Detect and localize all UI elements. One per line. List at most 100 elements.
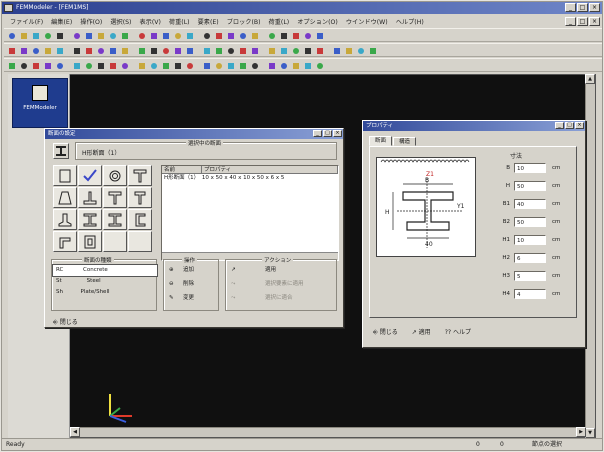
grid-icon[interactable]	[314, 60, 325, 71]
shape-empty-2[interactable]	[128, 231, 152, 252]
shape-angle-icon[interactable]	[53, 231, 77, 252]
new-icon[interactable]	[172, 45, 183, 56]
save-icon[interactable]	[119, 60, 130, 71]
material-concrete[interactable]: RC Concrete	[52, 264, 158, 277]
dim-input-h1[interactable]: 10	[514, 235, 546, 245]
paste-icon[interactable]	[160, 60, 171, 71]
undo-icon[interactable]	[6, 45, 17, 56]
shape-box-icon[interactable]	[78, 231, 102, 252]
select-icon[interactable]	[225, 60, 236, 71]
load-icon[interactable]	[95, 45, 106, 56]
menu-window[interactable]: ウインドウ(W)	[342, 17, 392, 26]
shape-tee-icon[interactable]	[103, 187, 127, 208]
section-list-row[interactable]: H形断面（1） 10 x 50 x 40 x 10 x 50 x 6 x 5	[162, 174, 338, 182]
element-icon[interactable]	[249, 60, 260, 71]
property-help-button[interactable]: ?? ヘルプ	[445, 327, 471, 337]
shape-empty-1[interactable]	[103, 231, 127, 252]
mdi-close-button[interactable]: ×	[589, 17, 600, 26]
dim-input-b2[interactable]: 50	[514, 217, 546, 227]
apply-button[interactable]: ↗ 適用	[231, 265, 276, 275]
run-icon[interactable]	[201, 30, 212, 41]
element-icon[interactable]	[83, 45, 94, 56]
horizontal-scrollbar[interactable]: ◀ ▶	[70, 427, 586, 437]
shape-circle-icon[interactable]	[103, 165, 127, 186]
copy-icon[interactable]	[225, 45, 236, 56]
menu-help[interactable]: ヘルプ(H)	[392, 17, 428, 26]
modeler-button[interactable]: FEMModeler	[12, 78, 68, 128]
dim-input-b[interactable]: 10	[514, 163, 546, 173]
tab-structure[interactable]: 構造	[393, 137, 417, 146]
rotate-icon[interactable]	[213, 60, 224, 71]
shape-trapezoid-icon[interactable]	[53, 187, 77, 208]
section-dialog-max-button[interactable]: □	[323, 130, 332, 137]
redo-icon[interactable]	[18, 45, 29, 56]
select-icon[interactable]	[136, 30, 147, 41]
mesh-icon[interactable]	[42, 60, 53, 71]
support-icon[interactable]	[343, 45, 354, 56]
cut-icon[interactable]	[213, 45, 224, 56]
pan-icon[interactable]	[201, 60, 212, 71]
load-icon[interactable]	[172, 30, 183, 41]
menu-select[interactable]: 選択(S)	[106, 17, 135, 26]
node-icon[interactable]	[237, 60, 248, 71]
property-dialog-min-button[interactable]: _	[555, 122, 564, 129]
new-icon[interactable]	[249, 30, 260, 41]
shape-ibeam-b-icon[interactable]	[103, 209, 127, 230]
shape-ibeam-a-icon[interactable]	[53, 209, 77, 230]
shape-ibeam-icon[interactable]	[78, 209, 102, 230]
grid-icon[interactable]	[225, 30, 236, 41]
pan-icon[interactable]	[278, 45, 289, 56]
support-icon[interactable]	[30, 60, 41, 71]
property-close-button[interactable]: ⎆ 閉じる	[373, 327, 398, 337]
run-icon[interactable]	[54, 60, 65, 71]
property-dialog-max-button[interactable]: □	[565, 122, 574, 129]
open-icon[interactable]	[18, 30, 29, 41]
element-icon[interactable]	[160, 30, 171, 41]
node-icon[interactable]	[314, 45, 325, 56]
snap-icon[interactable]	[83, 60, 94, 71]
header-property[interactable]: プロパティ	[202, 166, 338, 173]
scroll-left-icon[interactable]: ◀	[70, 427, 80, 437]
support-icon[interactable]	[107, 45, 118, 56]
result-icon[interactable]	[302, 60, 313, 71]
maximize-button[interactable]: □	[577, 3, 588, 12]
copy-icon[interactable]	[148, 60, 159, 71]
material-steel[interactable]: St Steel	[53, 276, 157, 287]
scroll-up-icon[interactable]: ▲	[585, 74, 595, 84]
delete-section-button[interactable]: ⊖ 削除	[169, 279, 194, 289]
zoom-icon[interactable]	[266, 45, 277, 56]
redo-icon[interactable]	[184, 60, 195, 71]
node-icon[interactable]	[148, 30, 159, 41]
snap-icon[interactable]	[160, 45, 171, 56]
section-close-button[interactable]: ⎆ 閉じる	[53, 317, 78, 327]
section-dialog-close-button[interactable]: ×	[333, 130, 342, 137]
section-dialog-min-button[interactable]: _	[313, 130, 322, 137]
node-icon[interactable]	[71, 45, 82, 56]
save-icon[interactable]	[30, 30, 41, 41]
vertical-scrollbar[interactable]: ▲ ▼	[585, 74, 595, 438]
menu-element[interactable]: 要素(E)	[194, 17, 223, 26]
menu-load[interactable]: 荷重(L)	[165, 17, 194, 26]
menu-file[interactable]: ファイル(F)	[6, 17, 47, 26]
property-apply-button[interactable]: ↗ 適用	[412, 327, 431, 337]
dim-input-h3[interactable]: 5	[514, 271, 546, 281]
open-icon[interactable]	[107, 60, 118, 71]
new-icon[interactable]	[95, 60, 106, 71]
undo-icon[interactable]	[172, 60, 183, 71]
dim-input-h[interactable]: 50	[514, 181, 546, 191]
fit-selection-button[interactable]: ⤳ 選択に適合	[231, 293, 293, 303]
menu-edit[interactable]: 編集(E)	[47, 17, 76, 26]
support-icon[interactable]	[184, 30, 195, 41]
rotate-icon[interactable]	[290, 45, 301, 56]
redo-icon[interactable]	[95, 30, 106, 41]
shape-check-icon[interactable]	[78, 165, 102, 186]
load-icon[interactable]	[18, 60, 29, 71]
grid-icon[interactable]	[148, 45, 159, 56]
tab-section[interactable]: 断面	[369, 136, 393, 146]
menu-options[interactable]: オプション(O)	[293, 17, 342, 26]
element-icon[interactable]	[6, 60, 17, 71]
property-dialog-close-button[interactable]: ×	[575, 122, 584, 129]
add-section-button[interactable]: ⊕ 追加	[169, 265, 194, 275]
shape-t-icon[interactable]	[128, 165, 152, 186]
grid-icon[interactable]	[71, 60, 82, 71]
